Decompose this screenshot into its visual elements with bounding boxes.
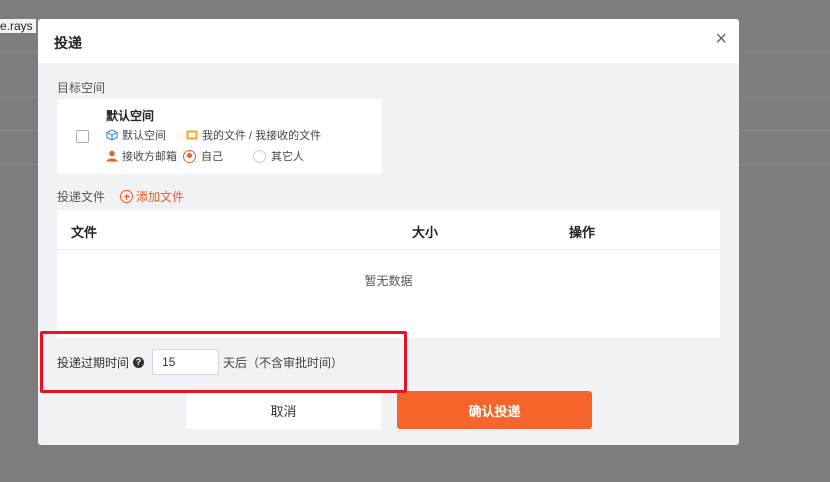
- radio-self[interactable]: [183, 149, 196, 163]
- cube-icon: [106, 129, 118, 141]
- table-header-divider: [57, 249, 720, 250]
- radio-others-label[interactable]: 其它人: [271, 148, 304, 164]
- recipient-mailbox-label: 接收方邮箱: [122, 151, 177, 163]
- folder-icon: [186, 130, 198, 140]
- files-section-label: 投递文件: [57, 190, 106, 204]
- cancel-button[interactable]: 取消: [186, 391, 381, 429]
- space-meta-row: 默认空间 我的文件 / 我接收的文件: [106, 127, 321, 143]
- add-file-label: 添加文件: [136, 190, 185, 204]
- column-header-actions: 操作: [569, 225, 596, 240]
- folder-label: 我的文件 / 我接收的文件: [202, 130, 322, 142]
- space-type-label: 默认空间: [122, 130, 166, 142]
- confirm-deliver-button[interactable]: 确认投递: [397, 391, 592, 429]
- radio-self-label[interactable]: 自己: [201, 148, 223, 164]
- recipient-row: 接收方邮箱 自己 其它人: [106, 148, 304, 164]
- dialog-header: 投递 ×: [38, 19, 739, 63]
- expiry-label: 投递过期时间: [57, 355, 130, 370]
- empty-state-text: 暂无数据: [364, 274, 413, 288]
- dialog-title: 投递: [54, 35, 82, 51]
- person-icon: [106, 150, 118, 162]
- target-space-label: 目标空间: [57, 81, 106, 95]
- space-checkbox[interactable]: [76, 130, 89, 143]
- column-header-size: 大小: [412, 225, 439, 240]
- close-icon[interactable]: ×: [715, 29, 727, 49]
- column-header-file: 文件: [71, 225, 98, 240]
- help-icon[interactable]: ?: [133, 356, 145, 368]
- expiry-suffix: 天后（不含审批时间）: [223, 355, 344, 370]
- space-name: 默认空间: [106, 109, 155, 123]
- expiry-days-input[interactable]: [152, 349, 220, 375]
- add-circle-icon: [120, 190, 133, 203]
- deliver-dialog: 投递 × 目标空间 默认空间 默认空间 我的文件 / 我接收的文件 接收方邮箱: [38, 19, 739, 445]
- background-partial-text: e.rays: [0, 19, 36, 33]
- file-table: 文件 大小 操作 暂无数据: [57, 210, 720, 338]
- space-option-card[interactable]: 默认空间 默认空间 我的文件 / 我接收的文件 接收方邮箱 自己 其它人: [57, 99, 382, 174]
- expiry-row: 投递过期时间 ? 天后（不含审批时间）: [57, 349, 343, 375]
- add-file-button[interactable]: 添加文件: [120, 188, 184, 205]
- radio-others[interactable]: [253, 149, 266, 163]
